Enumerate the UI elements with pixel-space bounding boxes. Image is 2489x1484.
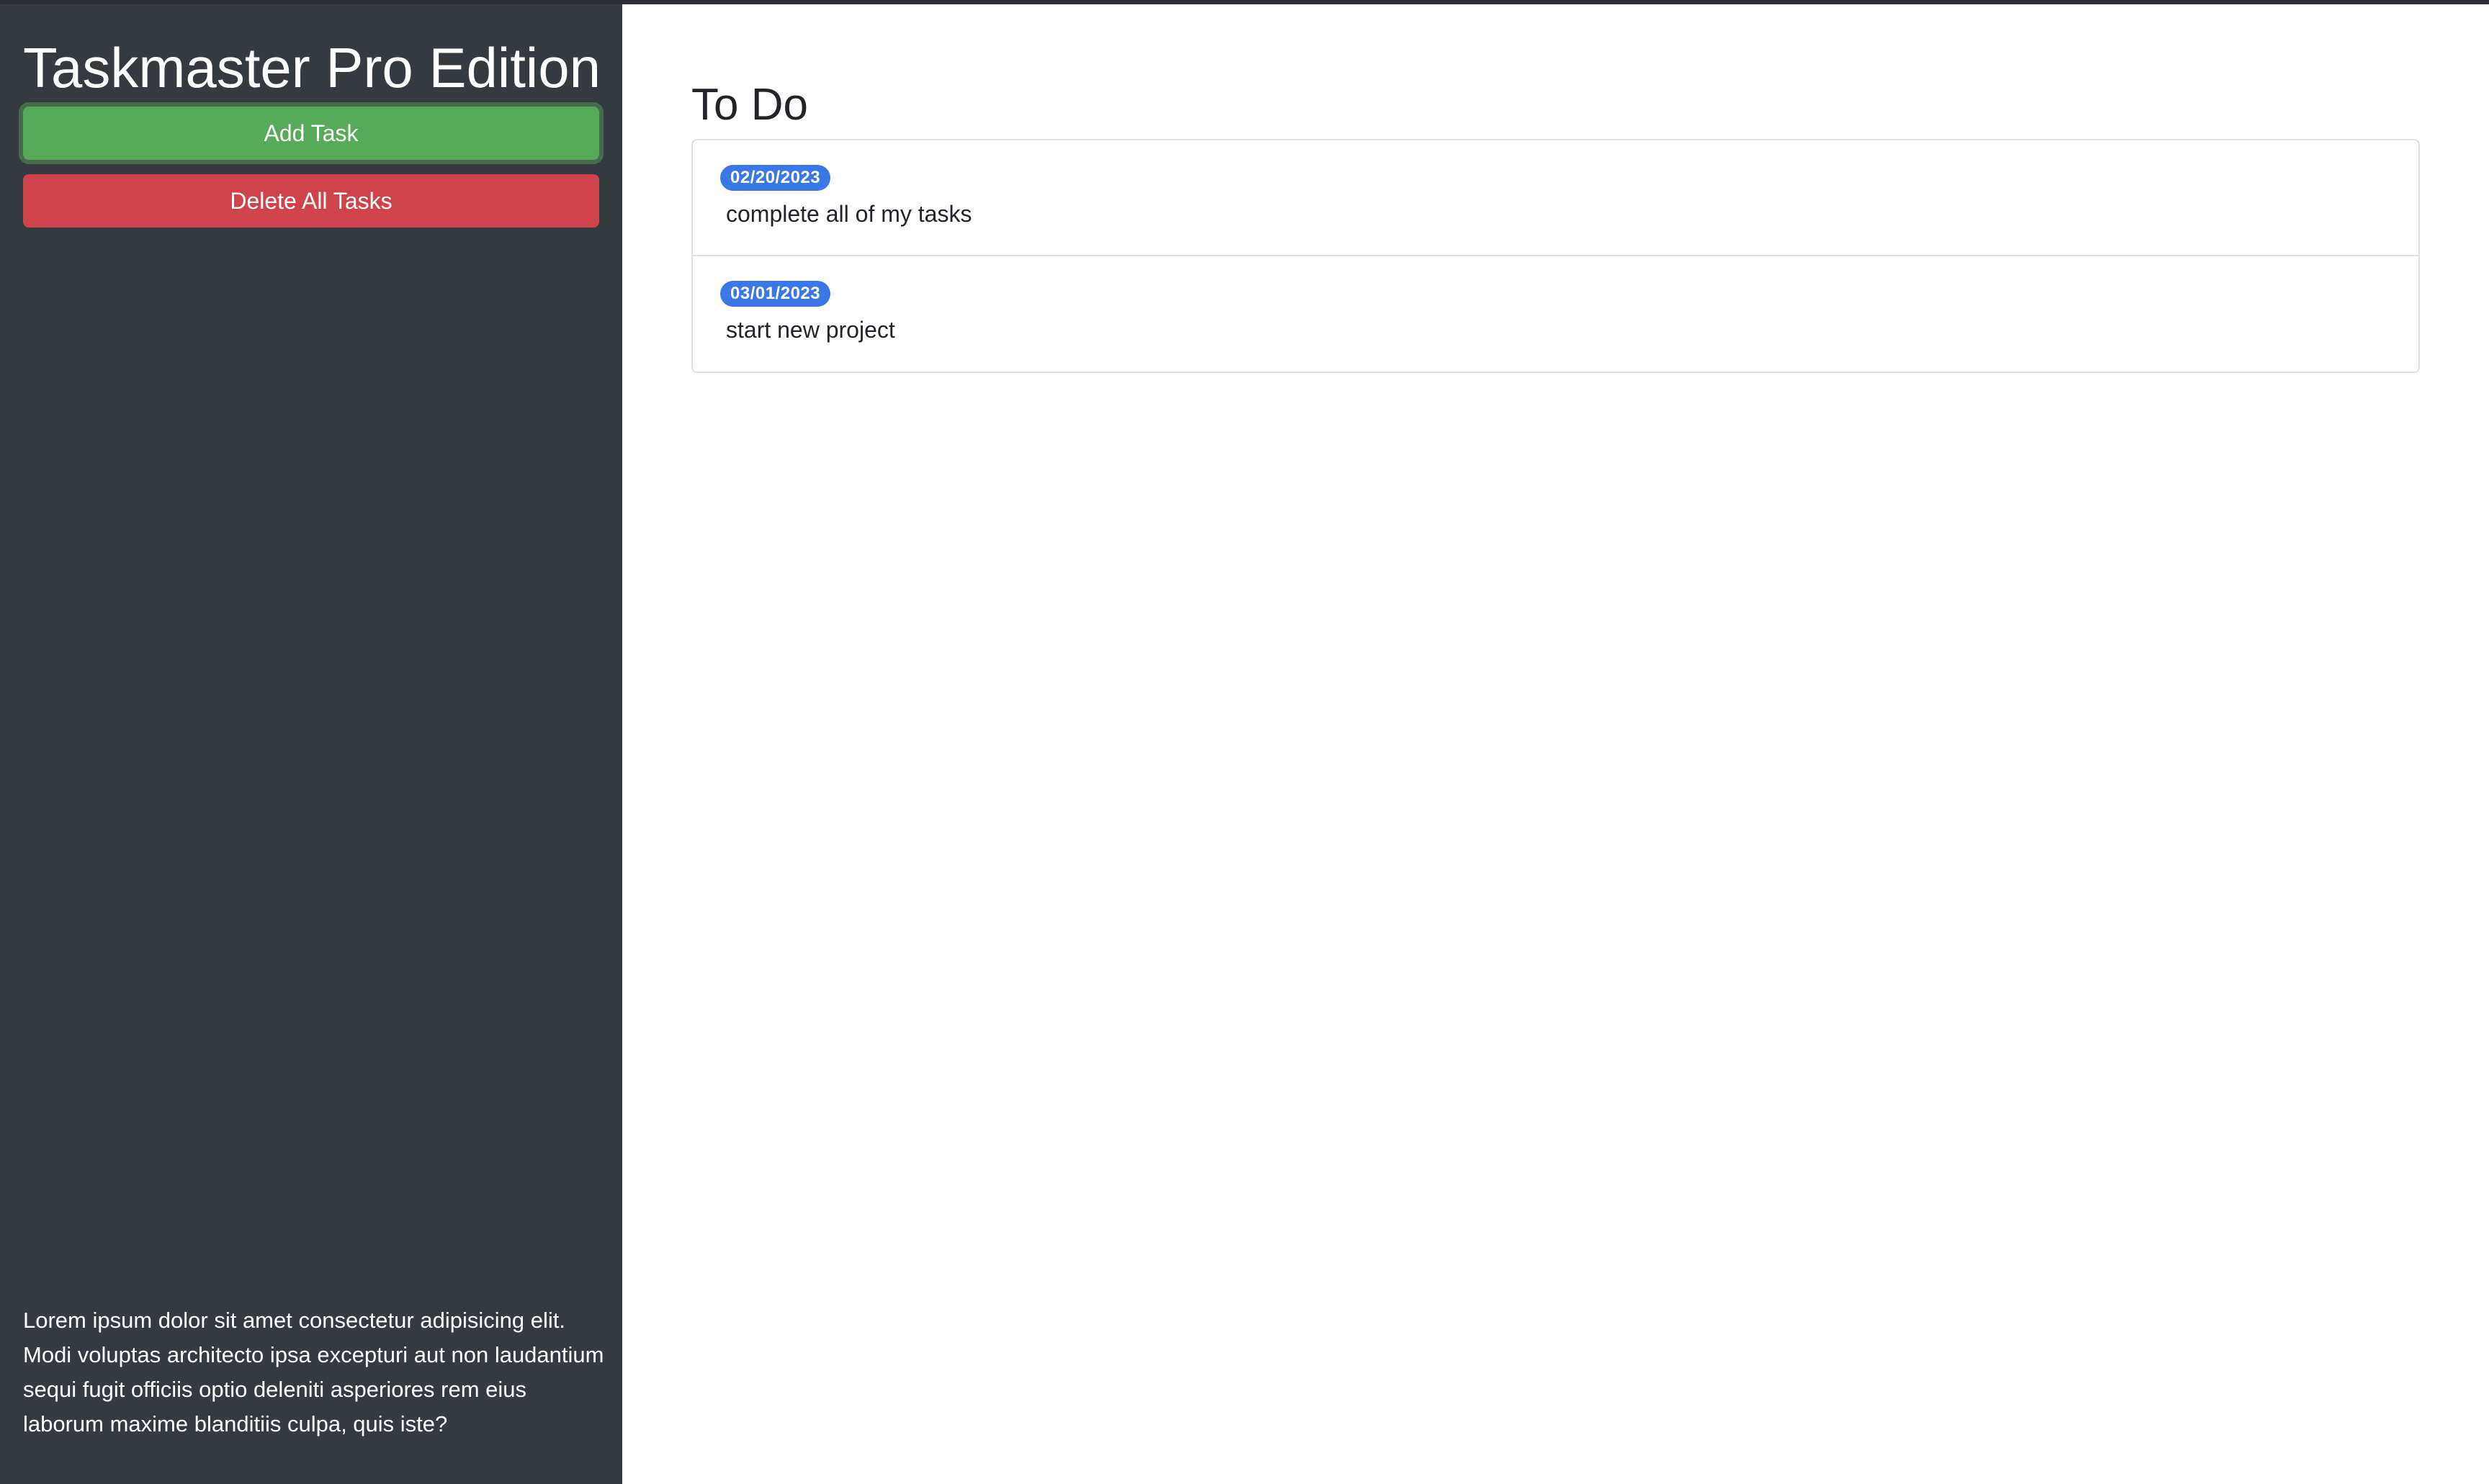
sidebar-description: Lorem ipsum dolor sit amet consectetur a… <box>23 1308 604 1436</box>
sidebar: Taskmaster Pro Edition Add Task Delete A… <box>0 4 622 1484</box>
task-description[interactable]: complete all of my tasks <box>726 197 972 231</box>
task-item[interactable]: 02/20/2023 complete all of my tasks <box>693 140 2418 256</box>
task-list: 02/20/2023 complete all of my tasks 03/0… <box>691 139 2420 373</box>
app-title: Taskmaster Pro Edition <box>23 36 601 99</box>
main-content: To Do 02/20/2023 complete all of my task… <box>622 4 2489 1484</box>
task-date-badge[interactable]: 03/01/2023 <box>720 281 831 307</box>
task-description[interactable]: start new project <box>726 312 895 347</box>
todo-section-title: To Do <box>691 80 808 130</box>
task-date-badge[interactable]: 02/20/2023 <box>720 165 831 191</box>
add-task-button[interactable]: Add Task <box>23 107 599 160</box>
task-item[interactable]: 03/01/2023 start new project <box>693 256 2418 372</box>
delete-all-tasks-button[interactable]: Delete All Tasks <box>23 174 599 228</box>
